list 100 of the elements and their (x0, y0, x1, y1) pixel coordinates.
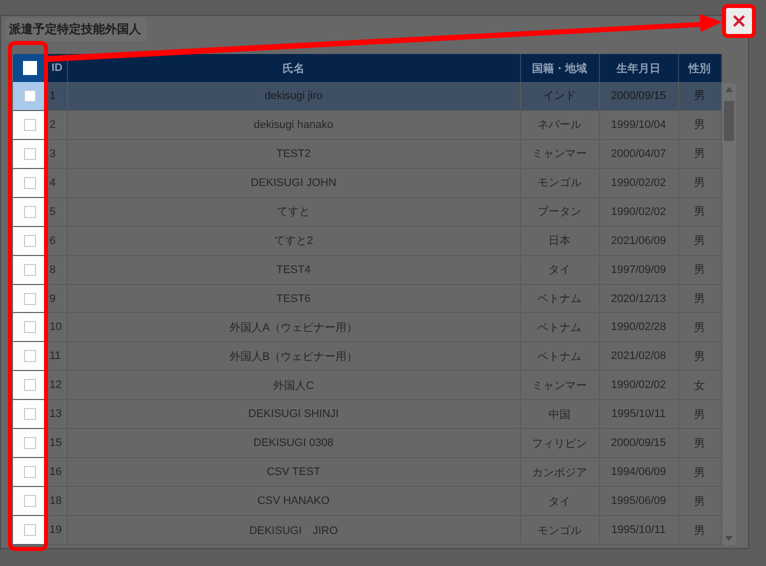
name-cell: DEKISUGI SHINJI (67, 400, 520, 429)
nationality-cell: モンゴル (520, 516, 599, 544)
birthdate-cell: 1990/02/02 (599, 197, 678, 226)
birthdate-cell: 1995/10/11 (599, 400, 678, 429)
nationality-cell: インド (520, 82, 599, 110)
row-checkbox[interactable] (24, 524, 36, 536)
name-cell: てすと2 (67, 226, 520, 256)
close-icon (732, 14, 746, 28)
row-checkbox[interactable] (24, 379, 36, 392)
gender-cell: 男 (678, 82, 721, 110)
id-cell: 18 (47, 486, 67, 516)
id-cell: 19 (47, 516, 67, 544)
scroll-up-icon[interactable] (724, 87, 732, 92)
birthdate-cell: 2021/06/09 (599, 226, 678, 256)
birthdate-cell: 1990/02/28 (599, 312, 678, 342)
gender-cell: 男 (678, 516, 721, 544)
close-button[interactable] (722, 4, 756, 38)
name-cell: 外国人C (67, 370, 520, 400)
birthdate-cell: 2021/02/08 (599, 342, 678, 371)
gender-cell: 男 (678, 342, 721, 371)
id-cell: 1 (47, 82, 67, 110)
gender-cell: 女 (678, 370, 721, 400)
name-cell: dekisugi hanako (67, 110, 520, 140)
id-cell: 12 (47, 370, 67, 400)
column-header: 国籍・地域 (520, 54, 599, 82)
name-cell: DEKISUGI 0308 (67, 428, 520, 458)
birthdate-cell: 1999/10/04 (599, 110, 678, 140)
birthdate-cell: 2020/12/13 (599, 284, 678, 313)
dialog-title: 派遣予定特定技能外国人 (5, 18, 147, 41)
row-checkbox[interactable] (24, 118, 36, 131)
id-cell: 16 (47, 458, 67, 487)
gender-cell: 男 (678, 139, 721, 168)
gender-cell: 男 (678, 312, 721, 342)
row-checkbox[interactable] (24, 495, 36, 508)
row-checkbox[interactable] (24, 321, 36, 334)
id-cell: 10 (47, 312, 67, 342)
scrollbar[interactable] (722, 83, 736, 545)
gender-cell: 男 (678, 197, 721, 226)
name-cell: DEKISUGI JIRO (67, 516, 520, 544)
nationality-cell: ベトナム (520, 342, 599, 371)
nationality-cell: ベトナム (520, 312, 599, 342)
gender-cell: 男 (678, 400, 721, 429)
id-cell: 6 (47, 226, 67, 256)
name-cell: てすと (67, 197, 520, 226)
id-cell: 15 (47, 428, 67, 458)
id-cell: 9 (47, 284, 67, 313)
row-checkbox[interactable] (24, 90, 36, 102)
row-checkbox[interactable] (24, 466, 36, 478)
row-checkbox[interactable] (24, 234, 36, 247)
birthdate-cell: 1990/02/02 (599, 168, 678, 198)
scrollbar-thumb[interactable] (724, 101, 734, 141)
row-checkbox[interactable] (24, 148, 36, 160)
nationality-cell: ミャンマー (520, 370, 599, 400)
id-cell: 11 (47, 342, 67, 371)
id-cell: 13 (47, 400, 67, 429)
row-checkbox[interactable] (24, 292, 36, 305)
birthdate-cell: 2000/09/15 (599, 428, 678, 458)
gender-cell: 男 (678, 110, 721, 140)
row-checkbox[interactable] (24, 408, 36, 420)
row-checkbox[interactable] (24, 350, 36, 362)
nationality-cell: フィリピン (520, 428, 599, 458)
birthdate-cell: 1990/02/02 (599, 370, 678, 400)
gender-cell: 男 (678, 255, 721, 284)
id-cell: 3 (47, 139, 67, 168)
nationality-cell: 中国 (520, 400, 599, 429)
birthdate-cell: 2000/04/07 (599, 139, 678, 168)
name-cell: 外国人B（ウェビナー用） (67, 342, 520, 371)
gender-cell: 男 (678, 226, 721, 256)
name-cell: CSV TEST (67, 458, 520, 487)
birthdate-cell: 1994/06/09 (599, 458, 678, 487)
nationality-cell: ブータン (520, 197, 599, 226)
gender-cell: 男 (678, 284, 721, 313)
id-cell: 8 (47, 255, 67, 284)
nationality-cell: ネパール (520, 110, 599, 140)
gender-cell: 男 (678, 458, 721, 487)
row-checkbox[interactable] (24, 206, 36, 218)
name-cell: TEST4 (67, 255, 520, 284)
row-checkbox[interactable] (24, 176, 36, 189)
name-cell: 外国人A（ウェビナー用） (67, 312, 520, 342)
column-header: 氏名 (67, 54, 520, 82)
nationality-cell: タイ (520, 255, 599, 284)
gender-cell: 男 (678, 168, 721, 198)
nationality-cell: モンゴル (520, 168, 599, 198)
row-checkbox[interactable] (24, 264, 36, 276)
birthdate-cell: 1997/09/09 (599, 255, 678, 284)
nationality-cell: 日本 (520, 226, 599, 256)
select-all-checkbox[interactable] (22, 61, 37, 75)
birthdate-cell: 1995/06/09 (599, 486, 678, 516)
id-cell: 2 (47, 110, 67, 140)
name-cell: DEKISUGI JOHN (67, 168, 520, 198)
birthdate-cell: 2000/09/15 (599, 82, 678, 110)
name-cell: TEST6 (67, 284, 520, 313)
name-cell: dekisugi jiro (67, 82, 520, 110)
name-cell: TEST2 (67, 139, 520, 168)
nationality-cell: ミャンマー (520, 139, 599, 168)
nationality-cell: カンボジア (520, 458, 599, 487)
scroll-down-icon[interactable] (724, 536, 732, 541)
nationality-cell: ベトナム (520, 284, 599, 313)
row-checkbox[interactable] (24, 437, 36, 450)
nationality-cell: タイ (520, 486, 599, 516)
